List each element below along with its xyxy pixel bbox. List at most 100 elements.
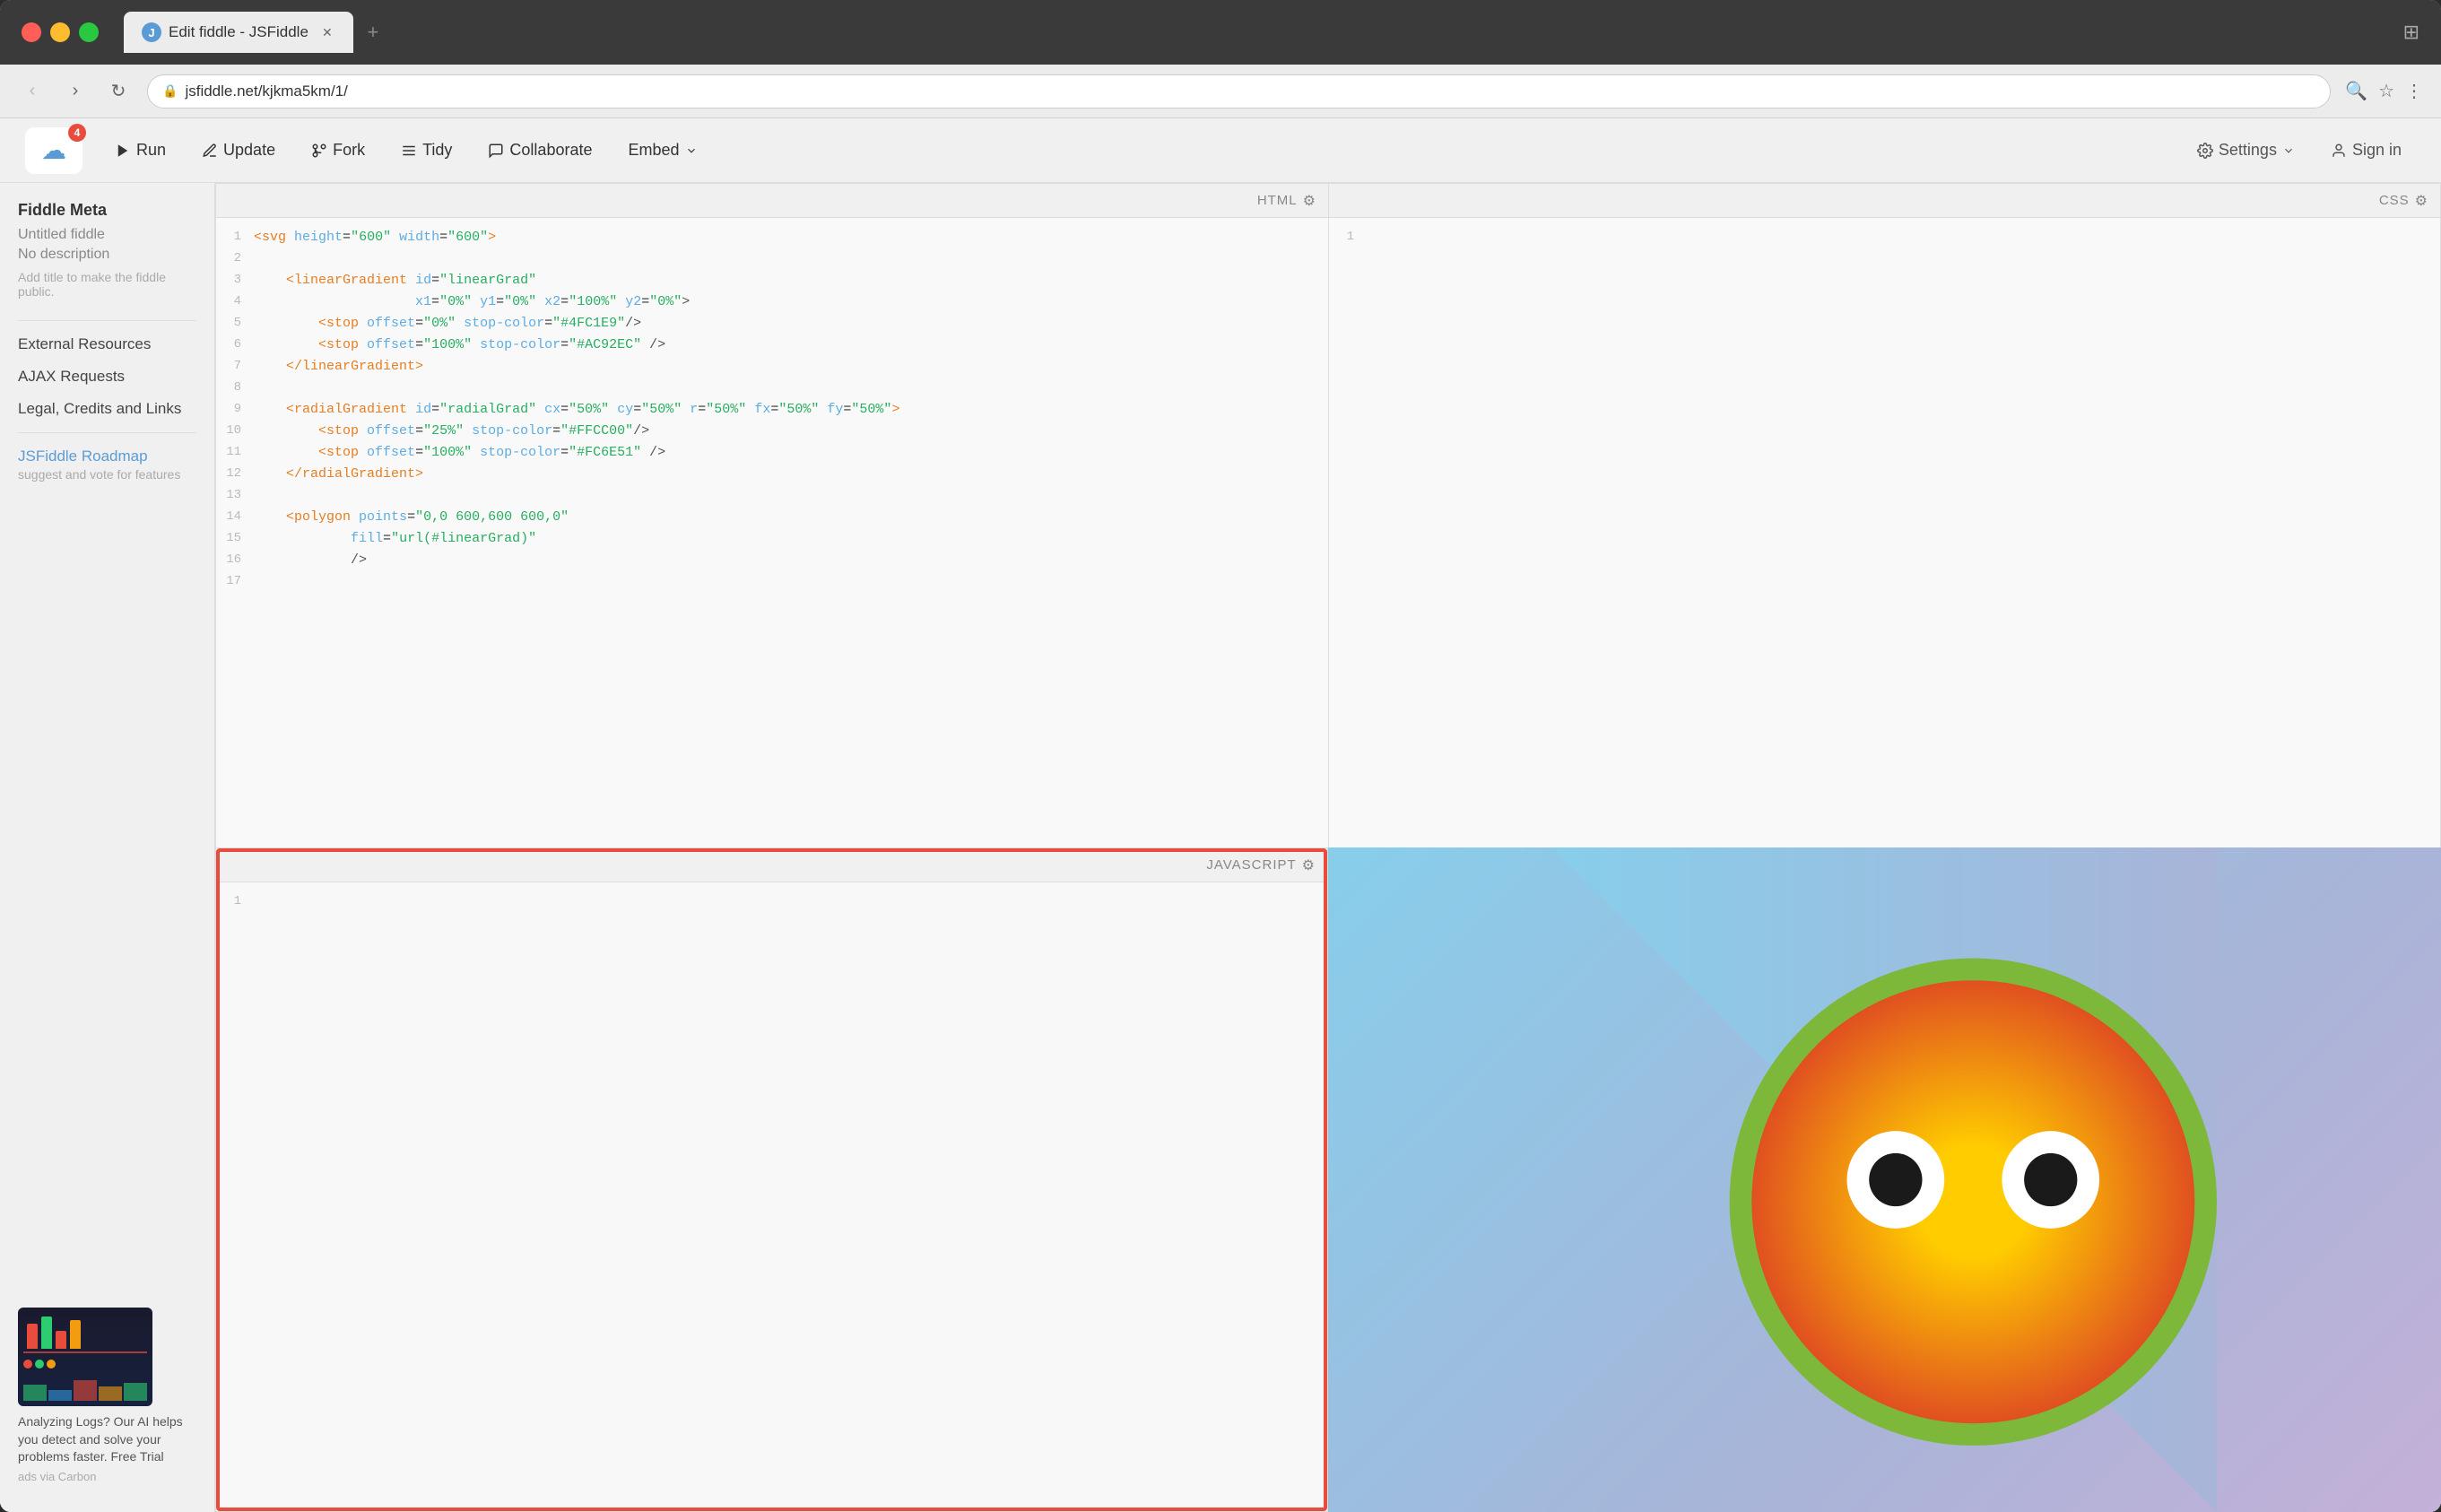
code-line-14: 14 <polygon points="0,0 600,600 600,0" <box>216 507 1328 528</box>
code-line-2: 2 <box>216 248 1328 270</box>
sidebar-ad-image[interactable] <box>18 1308 152 1406</box>
signin-button[interactable]: Sign in <box>2316 134 2416 167</box>
code-line-6: 6 <stop offset="100%" stop-color="#AC92E… <box>216 335 1328 356</box>
preview-panel <box>1328 847 2441 1512</box>
js-line-1: 1 <box>216 891 1327 913</box>
sidebar-hint: Add title to make the fiddle public. <box>18 270 196 299</box>
minimize-button[interactable] <box>50 22 70 42</box>
fork-button[interactable]: Fork <box>297 134 379 167</box>
address-field[interactable]: 🔒 jsfiddle.net/kjkma5km/1/ <box>147 74 2331 109</box>
html-code-area[interactable]: 1 <svg height="600" width="600"> 2 3 <li… <box>216 218 1328 847</box>
preview-content <box>1328 847 2441 1512</box>
css-settings-icon[interactable]: ⚙ <box>2415 192 2428 210</box>
toolbar-right: Settings Sign in <box>2183 134 2416 167</box>
code-line-11: 11 <stop offset="100%" stop-color="#FC6E… <box>216 442 1328 464</box>
sidebar-roadmap: JSFiddle Roadmap suggest and vote for fe… <box>0 440 214 489</box>
code-line-13: 13 <box>216 485 1328 507</box>
sidebar: Fiddle Meta Untitled fiddle No descripti… <box>0 183 215 1512</box>
app-area: ☁ 4 Run Update Fork Tidy Collaborate <box>0 118 2441 1512</box>
reload-button[interactable]: ↻ <box>104 77 133 106</box>
code-line-7: 7 </linearGradient> <box>216 356 1328 378</box>
js-code-area[interactable]: 1 <box>216 882 1327 1511</box>
window-icon: ⊞ <box>2403 21 2419 44</box>
lock-icon: 🔒 <box>162 83 178 99</box>
update-label: Update <box>223 141 275 160</box>
run-button[interactable]: Run <box>100 134 180 167</box>
favicon-letter: J <box>148 26 154 39</box>
address-text: jsfiddle.net/kjkma5km/1/ <box>185 83 347 100</box>
code-line-9: 9 <radialGradient id="radialGrad" cx="50… <box>216 399 1328 421</box>
address-bar: ‹ › ↻ 🔒 jsfiddle.net/kjkma5km/1/ 🔍 ☆ ⋮ <box>0 65 2441 118</box>
editor-grid: HTML ⚙ 1 <svg height="600" width="600"> … <box>215 183 2441 1512</box>
fork-icon <box>311 143 327 159</box>
sidebar-roadmap-desc: suggest and vote for features <box>18 467 196 482</box>
sidebar-meta-section: Fiddle Meta Untitled fiddle No descripti… <box>0 201 214 313</box>
search-icon[interactable]: 🔍 <box>2345 80 2367 102</box>
browser-window: J Edit fiddle - JSFiddle ✕ + ⊞ ‹ › ↻ 🔒 j… <box>0 0 2441 1512</box>
tab-title: Edit fiddle - JSFiddle <box>169 23 308 41</box>
collaborate-label: Collaborate <box>509 141 592 160</box>
embed-label: Embed <box>628 141 679 160</box>
code-line-15: 15 fill="url(#linearGrad)" <box>216 528 1328 550</box>
preview-background <box>1328 847 2441 1512</box>
settings-label: Settings <box>2219 141 2277 160</box>
code-line-17: 17 <box>216 571 1328 593</box>
forward-button[interactable]: › <box>61 77 90 106</box>
sidebar-external-resources[interactable]: External Resources <box>0 328 214 361</box>
sidebar-ad: Analyzing Logs? Our AI helps you detect … <box>0 1297 214 1494</box>
window-controls-right: ⊞ <box>2403 21 2419 44</box>
update-icon <box>202 143 218 159</box>
embed-button[interactable]: Embed <box>613 134 711 167</box>
toolbar: ☁ 4 Run Update Fork Tidy Collaborate <box>0 118 2441 183</box>
css-panel-label: CSS <box>2379 193 2410 208</box>
sidebar-fiddle-name: Untitled fiddle <box>18 227 196 243</box>
run-label: Run <box>136 141 166 160</box>
sidebar-fiddle-desc: No description <box>18 247 196 263</box>
code-line-1: 1 <svg height="600" width="600"> <box>216 227 1328 248</box>
tidy-button[interactable]: Tidy <box>387 134 466 167</box>
code-line-4: 4 x1="0%" y1="0%" x2="100%" y2="0%"> <box>216 291 1328 313</box>
close-button[interactable] <box>22 22 41 42</box>
logo: ☁ 4 <box>25 127 83 174</box>
tab-favicon: J <box>142 22 161 42</box>
signin-label: Sign in <box>2352 141 2402 160</box>
active-tab[interactable]: J Edit fiddle - JSFiddle ✕ <box>124 12 353 53</box>
tidy-icon <box>401 143 417 159</box>
js-settings-icon[interactable]: ⚙ <box>1302 856 1315 874</box>
bookmark-icon[interactable]: ☆ <box>2378 80 2394 102</box>
settings-icon <box>2197 143 2213 159</box>
js-panel-label: JAVASCRIPT <box>1206 857 1296 873</box>
css-code-area[interactable]: 1 <box>1329 218 2440 847</box>
sidebar-roadmap-title[interactable]: JSFiddle Roadmap <box>18 448 196 465</box>
collaborate-button[interactable]: Collaborate <box>473 134 606 167</box>
settings-button[interactable]: Settings <box>2183 134 2309 167</box>
css-panel: CSS ⚙ 1 <box>1328 183 2441 847</box>
address-actions: 🔍 ☆ ⋮ <box>2345 80 2423 102</box>
code-line-10: 10 <stop offset="25%" stop-color="#FFCC0… <box>216 421 1328 442</box>
update-button[interactable]: Update <box>187 134 290 167</box>
code-line-8: 8 <box>216 378 1328 399</box>
sidebar-ajax-requests[interactable]: AJAX Requests <box>0 361 214 393</box>
settings-dropdown-icon <box>2282 144 2295 157</box>
back-button[interactable]: ‹ <box>18 77 47 106</box>
collaborate-icon <box>488 143 504 159</box>
html-panel: HTML ⚙ 1 <svg height="600" width="600"> … <box>215 183 1328 847</box>
logo-badge: 4 <box>68 124 86 142</box>
html-panel-header: HTML ⚙ <box>216 184 1328 218</box>
user-icon <box>2331 143 2347 159</box>
tab-close-button[interactable]: ✕ <box>319 24 335 40</box>
sidebar-ad-source: ads via Carbon <box>18 1470 196 1483</box>
tidy-label: Tidy <box>422 141 452 160</box>
sidebar-legal[interactable]: Legal, Credits and Links <box>0 393 214 425</box>
sidebar-divider-1 <box>18 320 196 321</box>
code-line-5: 5 <stop offset="0%" stop-color="#4FC1E9"… <box>216 313 1328 335</box>
fullscreen-button[interactable] <box>79 22 99 42</box>
html-settings-icon[interactable]: ⚙ <box>1303 192 1316 210</box>
code-line-16: 16 /> <box>216 550 1328 571</box>
sidebar-divider-2 <box>18 432 196 433</box>
css-panel-header: CSS ⚙ <box>1329 184 2440 218</box>
code-line-12: 12 </radialGradient> <box>216 464 1328 485</box>
logo-cloud-icon: ☁ <box>41 135 66 165</box>
more-options-icon[interactable]: ⋮ <box>2405 80 2423 102</box>
new-tab-button[interactable]: + <box>357 16 389 48</box>
